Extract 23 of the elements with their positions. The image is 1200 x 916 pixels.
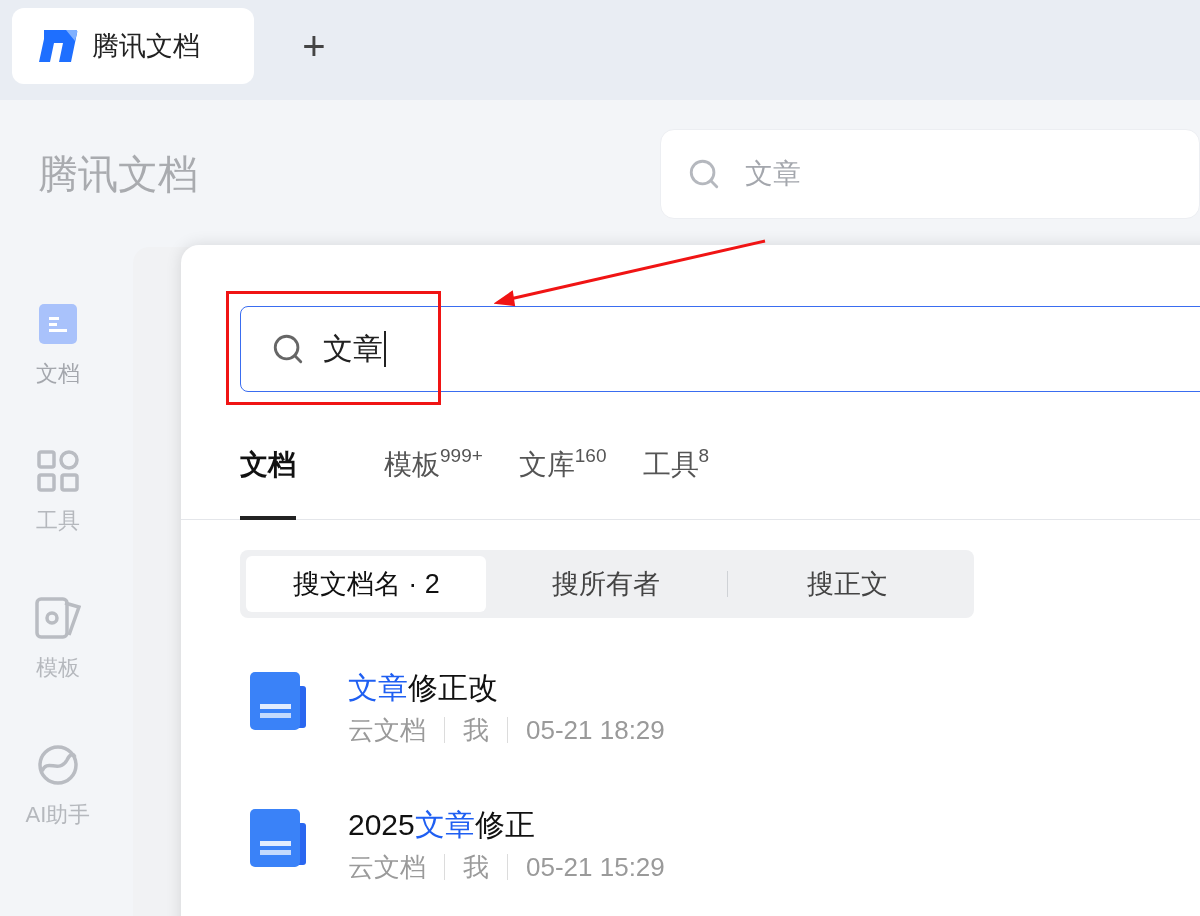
filter-option[interactable]: 搜文档名 · 2 bbox=[246, 556, 487, 612]
result-source: 云文档 bbox=[348, 851, 426, 884]
result-source: 云文档 bbox=[348, 714, 426, 747]
new-tab-button[interactable]: + bbox=[294, 24, 334, 68]
search-tab[interactable]: 文档 bbox=[240, 442, 296, 520]
result-time: 05-21 18:29 bbox=[526, 714, 665, 747]
app-title: 腾讯文档 bbox=[38, 150, 199, 198]
document-icon bbox=[250, 672, 306, 730]
document-icon bbox=[250, 809, 306, 867]
search-icon bbox=[271, 332, 305, 366]
result-owner: 我 bbox=[463, 851, 489, 884]
result-title: 2025文章修正 bbox=[348, 807, 536, 843]
search-input[interactable]: 文章 bbox=[240, 306, 1200, 392]
result-owner: 我 bbox=[463, 714, 489, 747]
result-item[interactable]: 2025文章修正 云文档 我 05-21 15:29 bbox=[250, 793, 1200, 916]
result-title: 文章修正改 bbox=[348, 670, 499, 706]
filter-option[interactable]: 搜正文 bbox=[727, 556, 968, 612]
result-time: 05-21 15:29 bbox=[526, 851, 665, 884]
app-logo-icon bbox=[38, 29, 78, 63]
browser-tab[interactable]: 腾讯文档 bbox=[12, 8, 254, 84]
result-item[interactable]: 文章修正改 云文档 我 05-21 18:29 bbox=[250, 656, 1200, 793]
filter-option[interactable]: 搜所有者 bbox=[486, 556, 727, 612]
tab-title: 腾讯文档 bbox=[92, 29, 200, 63]
